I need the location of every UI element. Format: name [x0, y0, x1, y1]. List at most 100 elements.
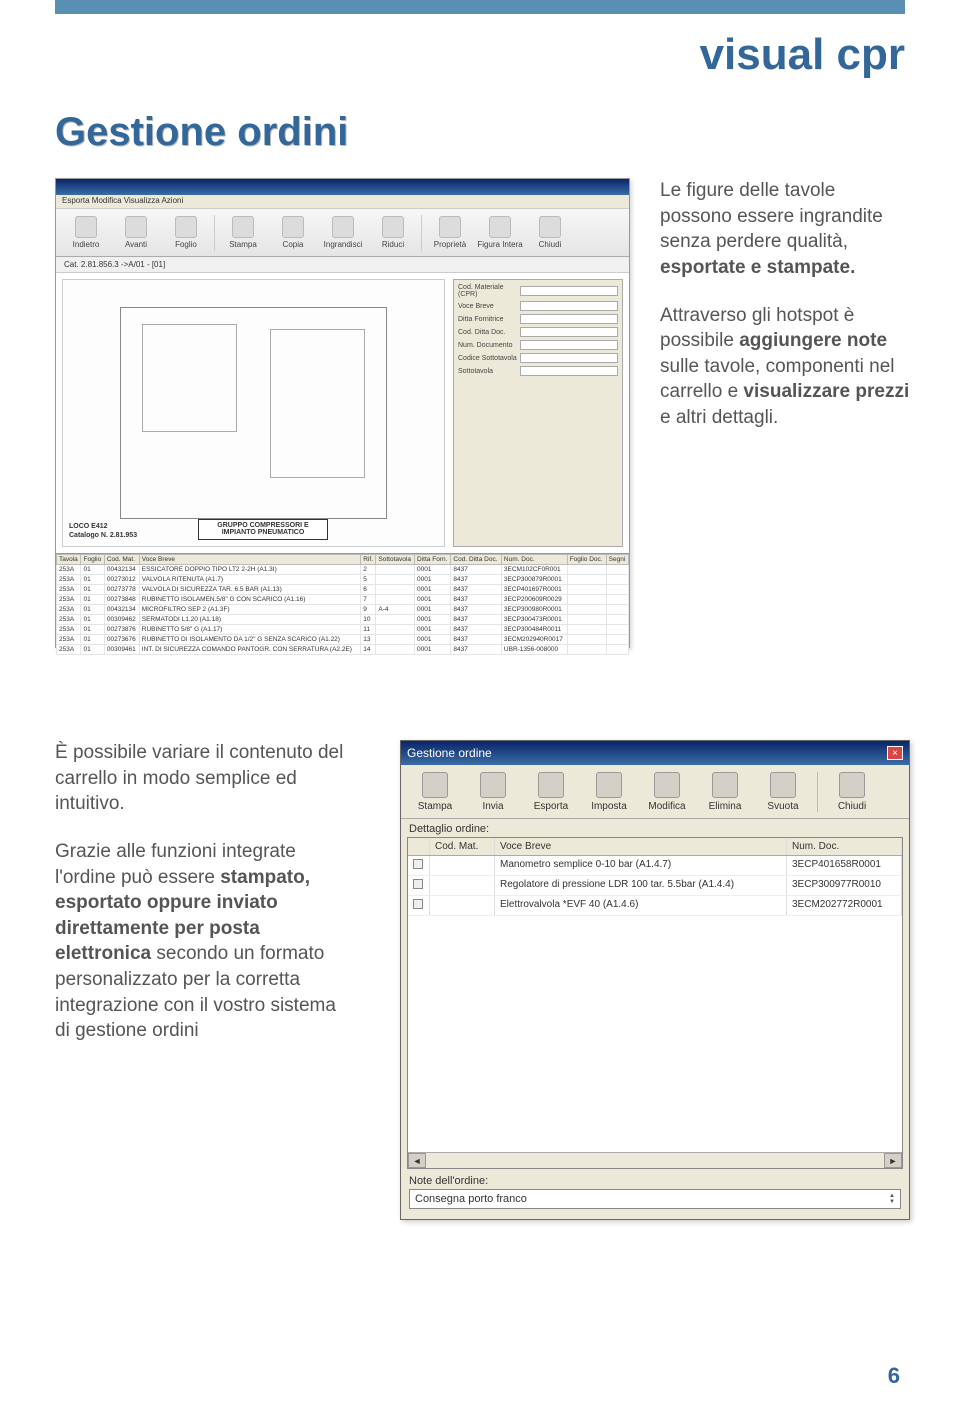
table-row[interactable]: 253A0100309462SERMATODI L1.20 (A1.18)100…	[57, 615, 629, 625]
table-row[interactable]: 253A0100432134ESSICATORE DOPPIO TIPO LT2…	[57, 565, 629, 575]
order-notes-input[interactable]: Consegna porto franco ▲▼	[409, 1189, 901, 1209]
toolbar-foglio[interactable]: Foglio	[162, 213, 210, 253]
table-header: Foglio Doc.	[567, 555, 606, 565]
text: e altri dettagli.	[660, 407, 778, 428]
order-row[interactable]: Regolatore di pressione LDR 100 tar. 5.5…	[408, 876, 902, 896]
row-icon	[413, 899, 423, 909]
toolbar-proprietà[interactable]: Proprietà	[426, 213, 474, 253]
toolbar-icon	[422, 772, 448, 798]
toolbar-icon	[538, 772, 564, 798]
header-bar	[55, 0, 905, 14]
detail-form-panel: Cod. Materiale (CPR)Voce BreveDitta Forn…	[453, 279, 623, 547]
text-bold: esportate e stampate.	[660, 257, 855, 278]
toolbar-icon	[125, 216, 147, 238]
horizontal-scrollbar[interactable]	[408, 1152, 902, 1168]
toolbar-icon	[282, 216, 304, 238]
order-row[interactable]: Manometro semplice 0-10 bar (A1.4.7)3ECP…	[408, 856, 902, 876]
order-toolbar-imposta[interactable]: Imposta	[581, 772, 637, 812]
text: È possibile variare il contenuto del car…	[55, 740, 355, 817]
order-toolbar-modifica[interactable]: Modifica	[639, 772, 695, 812]
table-header: Sottotavola	[376, 555, 415, 565]
order-detail-grid: Cod. Mat.Voce BreveNum. Doc. Manometro s…	[407, 837, 903, 1169]
app-toolbar: IndietroAvantiFoglioStampaCopiaIngrandis…	[56, 209, 629, 257]
grid-header: Cod. Mat.	[430, 838, 495, 855]
table-row[interactable]: 253A0100273876RUBINETTO 5/8" G (A1.17)11…	[57, 625, 629, 635]
table-header: Voce Breve	[139, 555, 360, 565]
catalog-number: Catalogo N. 2.81.953	[69, 532, 137, 540]
row-icon	[413, 879, 423, 889]
table-row[interactable]: 253A0100309461INT. DI SICUREZZA COMANDO …	[57, 645, 629, 655]
toolbar-icon	[839, 772, 865, 798]
order-toolbar-esporta[interactable]: Esporta	[523, 772, 579, 812]
description-top: Le figure delle tavole possono essere in…	[660, 178, 910, 453]
order-toolbar-svuota[interactable]: Svuota	[755, 772, 811, 812]
toolbar-icon	[382, 216, 404, 238]
form-field[interactable]	[520, 286, 618, 296]
parts-table: TavolaFoglioCod. Mat.Voce BreveRif.Sotto…	[56, 553, 629, 683]
grid-header: Voce Breve	[495, 838, 787, 855]
grid-header	[408, 838, 430, 855]
detail-label: Dettaglio ordine:	[401, 819, 909, 837]
table-header: Tavola	[57, 555, 81, 565]
toolbar-icon	[539, 216, 561, 238]
toolbar-copia[interactable]: Copia	[269, 213, 317, 253]
toolbar-icon	[232, 216, 254, 238]
table-row[interactable]: 253A0100273848RUBINETTO ISOLAMEN.5/8" G …	[57, 595, 629, 605]
table-header: Foglio	[81, 555, 104, 565]
toolbar-ingrandisci[interactable]: Ingrandisci	[319, 213, 367, 253]
text-bold: visualizzare prezzi	[743, 381, 909, 402]
note-label: Note dell'ordine:	[401, 1175, 909, 1189]
window-titlebar: Gestione ordine ×	[401, 741, 909, 765]
description-bottom: È possibile variare il contenuto del car…	[55, 740, 355, 1066]
toolbar-icon	[712, 772, 738, 798]
table-row[interactable]: 253A0100432134MICROFILTRO SEP 2 (A1.3F)9…	[57, 605, 629, 615]
order-toolbar-invia[interactable]: Invia	[465, 772, 521, 812]
screenshot-tavola-app: Esporta Modifica Visualizza Azioni Indie…	[55, 178, 630, 648]
table-header: Num. Doc.	[501, 555, 567, 565]
form-field[interactable]	[520, 301, 618, 311]
toolbar-icon	[596, 772, 622, 798]
text-bold: aggiungere note	[739, 330, 887, 351]
order-row[interactable]: Elettrovalvola *EVF 40 (A1.4.6)3ECM20277…	[408, 896, 902, 916]
table-header: Rif.	[361, 555, 376, 565]
text: Le figure delle tavole possono essere in…	[660, 180, 883, 252]
order-toolbar-elimina[interactable]: Elimina	[697, 772, 753, 812]
toolbar-icon	[175, 216, 197, 238]
toolbar-avanti[interactable]: Avanti	[112, 213, 160, 253]
toolbar-icon	[654, 772, 680, 798]
order-toolbar-chiudi[interactable]: Chiudi	[824, 772, 880, 812]
brand-title: visual cpr	[700, 30, 905, 80]
form-field[interactable]	[520, 366, 618, 376]
table-header: Segni	[606, 555, 628, 565]
toolbar-figura intera[interactable]: Figura Intera	[476, 213, 524, 253]
toolbar-indietro[interactable]: Indietro	[62, 213, 110, 253]
drawing-title-block: GRUPPO COMPRESSORI E IMPIANTO PNEUMATICO	[198, 519, 328, 540]
table-row[interactable]: 253A0100273778VALVOLA DI SICUREZZA TAR. …	[57, 585, 629, 595]
loco-code: LOCO E412	[69, 523, 137, 531]
screenshot-gestione-ordine: Gestione ordine × StampaInviaEsportaImpo…	[400, 740, 910, 1220]
window-title: Gestione ordine	[407, 746, 492, 760]
catalog-path: Cat. 2.81.856.3 ->A/01 - [01]	[56, 257, 629, 273]
table-header: Ditta Forn.	[415, 555, 451, 565]
toolbar-riduci[interactable]: Riduci	[369, 213, 417, 253]
form-field[interactable]	[520, 353, 618, 363]
toolbar-stampa[interactable]: Stampa	[219, 213, 267, 253]
table-row[interactable]: 253A0100273012VALVOLA RITENUTA (A1.7)500…	[57, 575, 629, 585]
toolbar-icon	[480, 772, 506, 798]
table-header: Cod. Ditta Doc.	[451, 555, 502, 565]
technical-drawing-front: LOCO E412 Catalogo N. 2.81.953 GRUPPO CO…	[62, 279, 445, 547]
toolbar-icon	[332, 216, 354, 238]
page-number: 6	[888, 1363, 900, 1389]
close-icon[interactable]: ×	[887, 746, 903, 760]
table-row[interactable]: 253A0100273676RUBINETTO DI ISOLAMENTO DA…	[57, 635, 629, 645]
note-value: Consegna porto franco	[415, 1193, 527, 1205]
section-title: Gestione ordini	[55, 110, 348, 155]
form-field[interactable]	[520, 327, 618, 337]
spinner-arrows-icon[interactable]: ▲▼	[889, 1193, 895, 1205]
order-toolbar-stampa[interactable]: Stampa	[407, 772, 463, 812]
toolbar-chiudi[interactable]: Chiudi	[526, 213, 574, 253]
toolbar-icon	[489, 216, 511, 238]
row-icon	[413, 859, 423, 869]
form-field[interactable]	[520, 340, 618, 350]
form-field[interactable]	[520, 314, 618, 324]
